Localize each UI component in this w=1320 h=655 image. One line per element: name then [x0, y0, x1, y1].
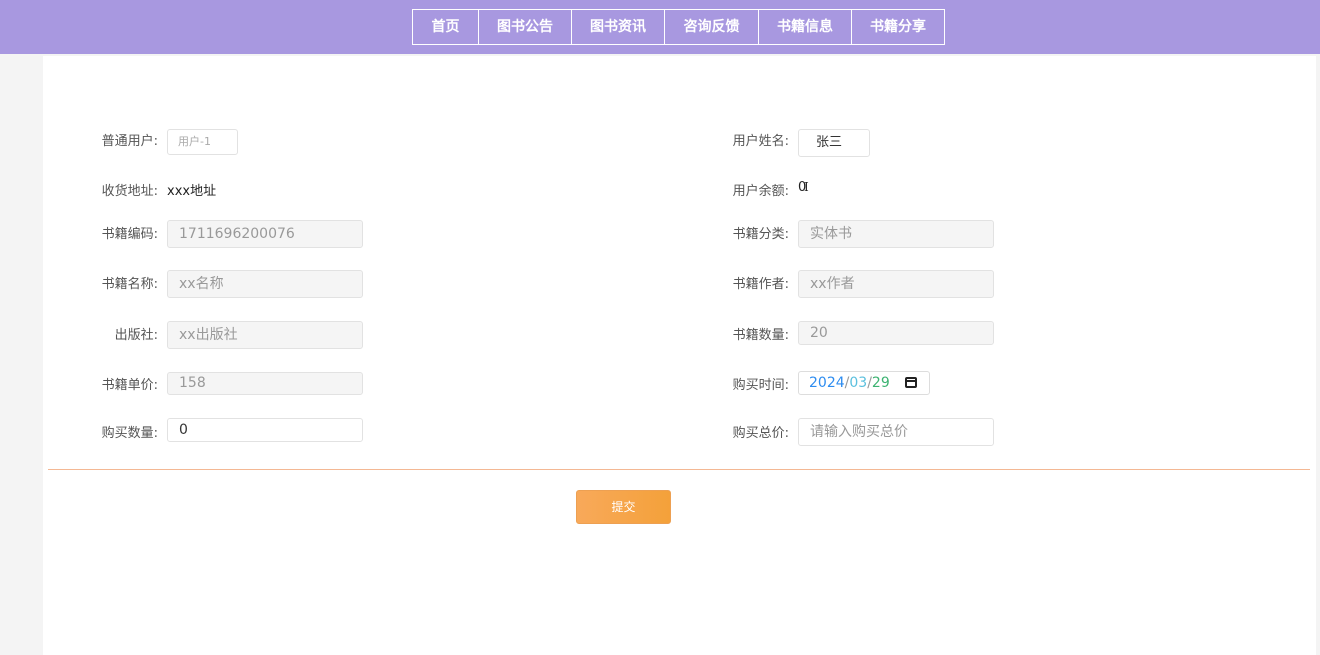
calendar-icon[interactable] — [905, 377, 917, 388]
nav-consultation-feedback[interactable]: 咨询反馈 — [664, 9, 759, 45]
date-year: 2024 — [809, 375, 845, 391]
user-name-label: 用户姓名: — [732, 134, 789, 149]
user-type-field[interactable]: 用户-1 — [167, 129, 238, 155]
nav-book-news[interactable]: 图书资讯 — [571, 9, 665, 45]
publisher-field[interactable]: xx出版社 — [167, 321, 363, 349]
nav-book-share[interactable]: 书籍分享 — [851, 9, 945, 45]
address-value: xxx地址 — [167, 184, 217, 199]
purchase-quantity-field[interactable]: 0 — [167, 418, 363, 442]
purchase-time-label: 购买时间: — [732, 378, 789, 393]
publisher-label: 出版社: — [114, 328, 158, 343]
purchase-quantity-label: 购买数量: — [101, 426, 158, 441]
book-quantity-field[interactable]: 20 — [798, 321, 994, 345]
balance-label: 用户余额: — [732, 184, 789, 199]
nav-home[interactable]: 首页 — [412, 9, 479, 45]
nav-book-announcements[interactable]: 图书公告 — [478, 9, 572, 45]
total-price-field[interactable]: 请输入购买总价 — [798, 418, 994, 446]
total-price-label: 购买总价: — [732, 426, 789, 441]
submit-button[interactable]: 提交 — [576, 490, 671, 524]
address-label: 收货地址: — [101, 184, 158, 199]
book-category-field[interactable]: 实体书 — [798, 220, 994, 248]
date-month: 03 — [849, 375, 868, 391]
book-name-field[interactable]: xx名称 — [167, 270, 363, 298]
date-day: 29 — [871, 375, 890, 391]
top-navigation-bar: 首页 图书公告 图书资讯 咨询反馈 书籍信息 书籍分享 — [0, 0, 1320, 54]
form-divider — [48, 469, 1310, 470]
book-author-field[interactable]: xx作者 — [798, 270, 994, 298]
book-code-field[interactable]: 1711696200076 — [167, 220, 363, 248]
user-type-label: 普通用户: — [101, 134, 158, 149]
user-name-field[interactable]: 张三 — [798, 129, 870, 157]
book-name-label: 书籍名称: — [101, 277, 158, 292]
unit-price-field[interactable]: 158 — [167, 372, 363, 395]
nav-book-info[interactable]: 书籍信息 — [758, 9, 852, 45]
book-code-label: 书籍编码: — [101, 227, 158, 242]
unit-price-label: 书籍单价: — [101, 378, 158, 393]
book-quantity-label: 书籍数量: — [732, 328, 789, 343]
text-cursor-icon: I — [804, 180, 809, 194]
book-category-label: 书籍分类: — [732, 227, 789, 242]
main-nav: 首页 图书公告 图书资讯 咨询反馈 书籍信息 书籍分享 — [412, 9, 945, 45]
book-author-label: 书籍作者: — [732, 277, 789, 292]
